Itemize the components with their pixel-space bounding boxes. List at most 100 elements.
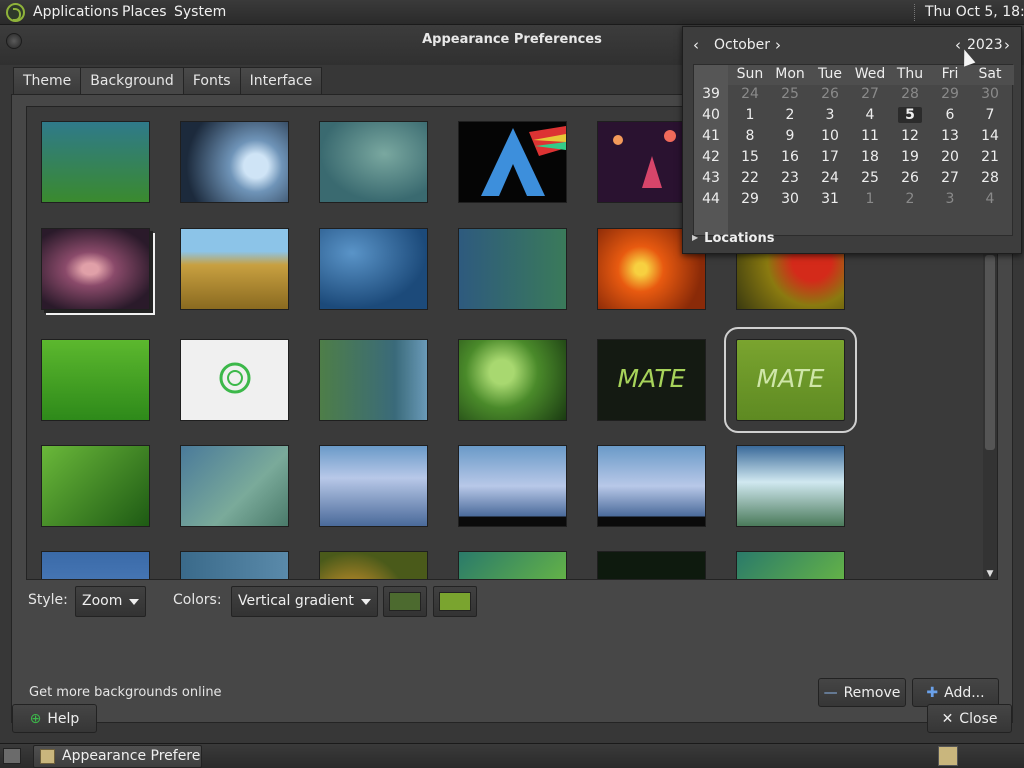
calendar-day[interactable]: 28: [970, 170, 1010, 186]
next-year-icon[interactable]: ›: [1004, 36, 1010, 54]
wallpaper-thumbnail[interactable]: [319, 121, 428, 203]
tab-fonts[interactable]: Fonts: [182, 67, 241, 95]
calendar-day[interactable]: 25: [770, 86, 810, 102]
calendar-day[interactable]: 4: [850, 107, 890, 123]
calendar-day[interactable]: 20: [930, 149, 970, 165]
tab-theme[interactable]: Theme: [13, 67, 82, 95]
next-month-icon[interactable]: ›: [775, 36, 781, 54]
show-desktop-icon[interactable]: [3, 748, 21, 764]
calendar-day[interactable]: 29: [930, 86, 970, 102]
calendar-day[interactable]: 17: [810, 149, 850, 165]
calendar-day[interactable]: 10: [810, 128, 850, 144]
wallpaper-thumbnail[interactable]: [458, 339, 567, 421]
calendar-day[interactable]: 5: [898, 107, 922, 123]
calendar-day[interactable]: 4: [970, 191, 1010, 207]
calendar-day[interactable]: 3: [930, 191, 970, 207]
wallpaper-thumbnail[interactable]: [736, 551, 845, 579]
help-button[interactable]: ⊕ Help: [12, 704, 97, 733]
weekday-header[interactable]: Mon: [770, 66, 810, 82]
taskbar-window-button[interactable]: Appearance Prefere...: [33, 745, 202, 768]
calendar-day[interactable]: 18: [850, 149, 890, 165]
wallpaper-thumbnail[interactable]: [458, 121, 567, 203]
weekday-header[interactable]: Sat: [970, 66, 1010, 82]
calendar-day[interactable]: 7: [970, 107, 1010, 123]
calendar-day[interactable]: 29: [730, 191, 770, 207]
calendar-day[interactable]: 30: [770, 191, 810, 207]
wallpaper-thumbnail[interactable]: MATE: [597, 339, 706, 421]
weekday-header[interactable]: Fri: [930, 66, 970, 82]
tab-background[interactable]: Background: [80, 67, 184, 95]
wallpaper-thumbnail[interactable]: [180, 339, 289, 421]
calendar-day[interactable]: 24: [810, 170, 850, 186]
calendar-day[interactable]: 2: [770, 107, 810, 123]
wallpaper-thumbnail[interactable]: [41, 445, 150, 527]
notification-app-icon[interactable]: [938, 746, 958, 766]
weekday-header[interactable]: Sun: [730, 66, 770, 82]
calendar-day[interactable]: 1: [850, 191, 890, 207]
calendar-day[interactable]: 6: [930, 107, 970, 123]
wallpaper-thumbnail[interactable]: [319, 228, 428, 310]
calendar-day[interactable]: 8: [730, 128, 770, 144]
calendar-day[interactable]: 15: [730, 149, 770, 165]
calendar-day[interactable]: 26: [890, 170, 930, 186]
wallpaper-thumbnail[interactable]: [319, 551, 428, 579]
wallpaper-thumbnail[interactable]: [180, 228, 289, 310]
calendar-day[interactable]: 13: [930, 128, 970, 144]
wallpaper-thumbnail[interactable]: [458, 445, 567, 527]
colors-combo[interactable]: Vertical gradient: [231, 586, 378, 617]
tab-interface[interactable]: Interface: [239, 67, 323, 95]
calendar-day[interactable]: 23: [770, 170, 810, 186]
weekday-header[interactable]: Thu: [890, 66, 930, 82]
calendar-day[interactable]: 19: [890, 149, 930, 165]
panel-clock[interactable]: Thu Oct 5, 18:11: [925, 4, 1024, 20]
style-combo[interactable]: Zoom: [75, 586, 146, 617]
mate-logo-icon[interactable]: [6, 3, 25, 22]
primary-color-button[interactable]: [383, 586, 427, 617]
wallpaper-thumbnail[interactable]: [41, 551, 150, 579]
add-button[interactable]: ✚ Add...: [912, 678, 999, 707]
calendar-day[interactable]: 31: [810, 191, 850, 207]
weekday-header[interactable]: Wed: [850, 66, 890, 82]
wallpaper-thumbnail-current[interactable]: [41, 228, 150, 310]
weekday-header[interactable]: Tue: [810, 66, 850, 82]
remove-button[interactable]: — Remove: [818, 678, 906, 707]
wallpaper-thumbnail[interactable]: [319, 445, 428, 527]
calendar-day[interactable]: 28: [890, 86, 930, 102]
calendar-day[interactable]: 11: [850, 128, 890, 144]
calendar-day[interactable]: 2: [890, 191, 930, 207]
locations-expander[interactable]: ▶ Locations: [692, 231, 774, 246]
calendar-day[interactable]: 16: [770, 149, 810, 165]
wallpaper-thumbnail[interactable]: [736, 445, 845, 527]
menu-places[interactable]: Places: [122, 4, 167, 20]
calendar-day[interactable]: 22: [730, 170, 770, 186]
secondary-color-button[interactable]: [433, 586, 477, 617]
calendar-day[interactable]: 3: [810, 107, 850, 123]
calendar-day[interactable]: 21: [970, 149, 1010, 165]
calendar-day[interactable]: 9: [770, 128, 810, 144]
menu-system[interactable]: System: [174, 4, 226, 20]
wallpaper-thumbnail[interactable]: [180, 121, 289, 203]
calendar-day[interactable]: 26: [810, 86, 850, 102]
wallpaper-thumbnail[interactable]: [597, 445, 706, 527]
wallpaper-thumbnail[interactable]: [319, 339, 428, 421]
calendar-day[interactable]: 30: [970, 86, 1010, 102]
calendar-day[interactable]: 14: [970, 128, 1010, 144]
wallpaper-thumbnail[interactable]: [597, 551, 706, 579]
wallpaper-thumbnail[interactable]: [458, 228, 567, 310]
more-backgrounds-link[interactable]: Get more backgrounds online: [29, 685, 222, 700]
wallpaper-thumbnail[interactable]: [180, 551, 289, 579]
prev-month-icon[interactable]: ‹: [693, 36, 699, 54]
wallpaper-thumbnail-selected[interactable]: MATE: [724, 327, 857, 433]
calendar-day[interactable]: 24: [730, 86, 770, 102]
scrollbar-thumb[interactable]: [985, 255, 995, 450]
wallpaper-thumbnail[interactable]: [458, 551, 567, 579]
wallpaper-thumbnail[interactable]: [41, 121, 150, 203]
scroll-down-arrow-icon[interactable]: ▼: [985, 569, 995, 579]
wallpaper-thumbnail[interactable]: [41, 339, 150, 421]
calendar-day[interactable]: 27: [850, 86, 890, 102]
calendar-day[interactable]: 27: [930, 170, 970, 186]
calendar-day[interactable]: 1: [730, 107, 770, 123]
close-button[interactable]: ✕ Close: [927, 704, 1012, 733]
wallpaper-thumbnail[interactable]: [180, 445, 289, 527]
calendar-day[interactable]: 12: [890, 128, 930, 144]
